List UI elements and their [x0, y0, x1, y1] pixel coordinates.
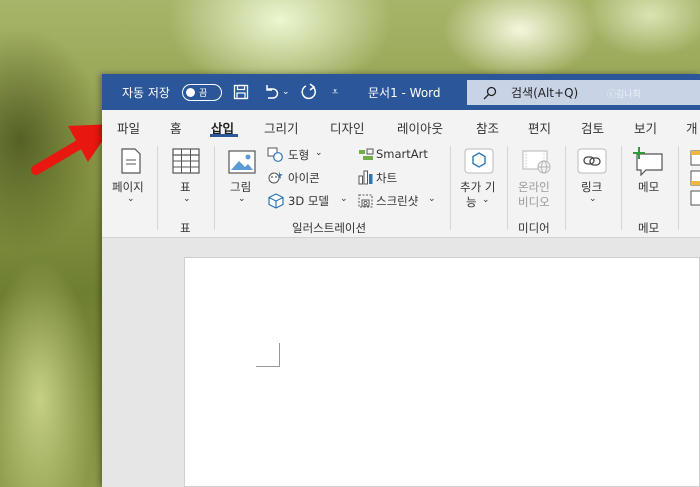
tab-file[interactable]: 파일 [117, 118, 140, 137]
3d-models-dropdown-icon[interactable]: ⌄ [340, 194, 348, 204]
redo-icon[interactable] [300, 83, 318, 101]
tab-draw[interactable]: 그리기 [264, 118, 299, 137]
screenshot-button-label[interactable]: 스크린샷 [376, 193, 418, 209]
shapes-icon [267, 147, 283, 162]
smartart-button-label[interactable]: SmartArt [376, 147, 428, 161]
3d-models-icon [268, 193, 284, 209]
screenshot-dropdown-icon[interactable]: ⌄ [428, 194, 436, 204]
icons-button-label[interactable]: 아이콘 [288, 170, 320, 186]
group-label-comments: 메모 [638, 221, 660, 235]
smartart-icon [359, 148, 374, 160]
tab-review[interactable]: 검토 [581, 118, 604, 137]
search-placeholder: 검색(Alt+Q) [511, 86, 579, 100]
tab-references[interactable]: 참조 [476, 118, 499, 137]
add-ins-label-line1[interactable]: 추가 기 [460, 179, 495, 195]
active-tab-indicator [210, 134, 238, 137]
tab-developer[interactable]: 개 [686, 118, 698, 137]
group-label-media: 미디어 [518, 221, 550, 235]
autosave-state: 끔 [199, 89, 208, 99]
shapes-dropdown-icon[interactable]: ⌄ [315, 148, 323, 158]
table-icon[interactable] [172, 148, 200, 174]
ribbon-insert: 페이지 ⌄ 표 ⌄ 표 그림 ⌄ 도형 ⌄ 아이콘 3D 모델 ⌄ SmartA… [102, 142, 700, 238]
undo-dropdown-icon[interactable]: ⌄ [282, 74, 290, 110]
chart-button-label[interactable]: 차트 [376, 170, 397, 186]
chart-icon [358, 170, 373, 185]
group-separator [157, 146, 158, 230]
link-dropdown-icon[interactable]: ⌄ [589, 194, 597, 204]
link-button-label[interactable]: 링크 [581, 179, 602, 195]
new-comment-icon[interactable] [632, 146, 664, 176]
tab-layout[interactable]: 레이아웃 [397, 118, 443, 137]
pages-button-label[interactable]: 페이지 [112, 179, 144, 195]
group-separator [450, 146, 451, 230]
title-bar: 자동 저장 끔 ⌄ ⩡ 문서1 - Word 검색(Alt+Q) ⓒ김나희 [102, 74, 700, 110]
online-video-icon [522, 150, 551, 174]
screenshot-icon [358, 194, 373, 208]
save-icon[interactable] [233, 84, 249, 100]
online-video-label-line2: 비디오 [518, 195, 550, 209]
pages-dropdown-icon[interactable]: ⌄ [127, 194, 135, 204]
group-separator [678, 146, 679, 230]
table-button-label[interactable]: 표 [180, 179, 191, 195]
shapes-button-label[interactable]: 도형 [288, 147, 309, 163]
tab-mailings[interactable]: 편지 [528, 118, 551, 137]
document-page[interactable] [184, 257, 700, 487]
icons-icon [268, 171, 283, 184]
autosave-label: 자동 저장 [122, 85, 170, 100]
undo-icon[interactable] [262, 84, 280, 100]
group-label-table: 표 [180, 221, 191, 235]
search-icon [483, 86, 497, 99]
add-ins-label-line2[interactable]: 능 [466, 194, 477, 210]
ribbon-tabs: 파일 홈 삽입 그리기 디자인 레이아웃 참조 편지 검토 보기 개 [102, 110, 700, 142]
picture-button-label[interactable]: 그림 [230, 179, 251, 195]
online-video-label-line1: 온라인 [518, 180, 550, 194]
3d-models-button-label[interactable]: 3D 모델 [288, 193, 329, 209]
tab-view[interactable]: 보기 [634, 118, 657, 137]
group-separator [621, 146, 622, 230]
group-separator [507, 146, 508, 230]
header-footer-icons[interactable] [690, 150, 700, 206]
group-separator [565, 146, 566, 230]
add-ins-icon[interactable] [464, 148, 494, 174]
group-label-illustrations: 일러스트레이션 [292, 221, 367, 235]
comment-button-label[interactable]: 메모 [638, 179, 659, 195]
add-ins-dropdown-icon[interactable]: ⌄ [482, 195, 490, 205]
watermark-text: ⓒ김나희 [607, 90, 641, 100]
picture-dropdown-icon[interactable]: ⌄ [238, 194, 246, 204]
word-window: 자동 저장 끔 ⌄ ⩡ 문서1 - Word 검색(Alt+Q) ⓒ김나희 파일… [102, 74, 700, 487]
table-dropdown-icon[interactable]: ⌄ [183, 194, 191, 204]
picture-icon[interactable] [228, 150, 256, 174]
toggle-knob [186, 88, 195, 97]
autosave-toggle[interactable]: 끔 [182, 84, 222, 101]
tab-design[interactable]: 디자인 [330, 118, 365, 137]
link-icon[interactable] [577, 148, 607, 174]
customize-quick-access-icon[interactable]: ⩡ [332, 74, 338, 110]
document-title: 문서1 - Word [368, 85, 441, 100]
margin-corner-mark [256, 343, 280, 367]
page-icon[interactable] [120, 148, 142, 174]
search-box[interactable]: 검색(Alt+Q) ⓒ김나희 [467, 80, 700, 105]
tab-home[interactable]: 홈 [170, 118, 182, 137]
group-separator [214, 146, 215, 230]
